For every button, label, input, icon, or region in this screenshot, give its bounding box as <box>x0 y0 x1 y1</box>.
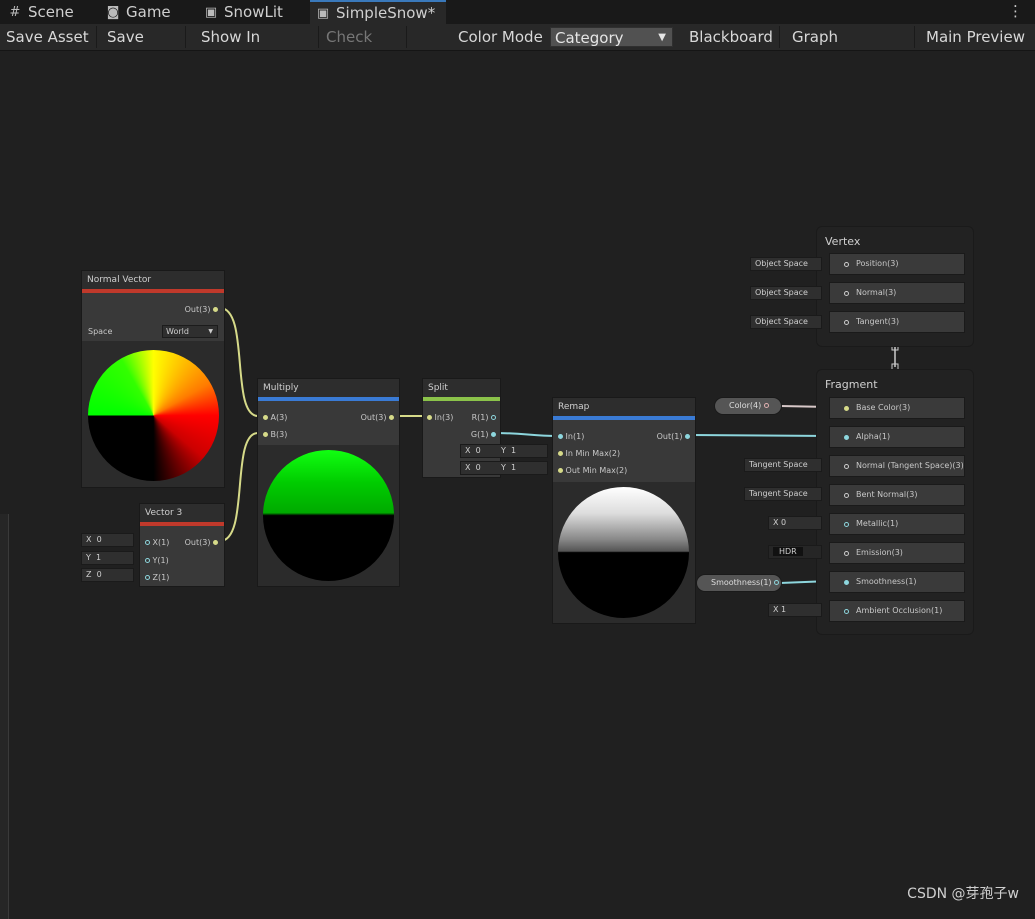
normal-sphere <box>88 350 219 481</box>
remap-in-min-max-field[interactable]: X 0Y 1 <box>460 444 548 458</box>
node-title: Multiply <box>258 379 399 397</box>
output-port[interactable]: Out(3) <box>185 305 218 315</box>
chevron-down-icon: ▼ <box>658 32 666 43</box>
normal-space-field[interactable]: Object Space <box>750 286 822 300</box>
port-out-min-max[interactable]: Out Min Max(2) <box>558 466 627 476</box>
fragment-slot-metallic[interactable]: Metallic(1) <box>829 513 965 535</box>
fragment-slot-smoothness[interactable]: Smoothness(1) <box>829 571 965 593</box>
gamepad-icon: ◙ <box>106 4 120 20</box>
port-x[interactable]: X(1) <box>145 538 169 548</box>
tab-simplesnow[interactable]: ▣ SimpleSnow* <box>310 0 446 24</box>
more-options-icon[interactable]: ⋮ <box>1008 2 1023 20</box>
color-property-node[interactable]: Color(4) <box>714 397 782 415</box>
port-in-min-max[interactable]: In Min Max(2) <box>558 449 620 459</box>
remap-sphere <box>558 487 689 618</box>
space-dropdown[interactable]: World ▼ <box>162 325 218 338</box>
fragment-slot-base-color[interactable]: Base Color(3) <box>829 397 965 419</box>
wire-vector3-to-multiply-b[interactable] <box>219 432 259 542</box>
node-title: Split <box>423 379 500 397</box>
position-space-field[interactable]: Object Space <box>750 257 822 271</box>
fragment-slot-normal[interactable]: Normal (Tangent Space)(3) <box>829 455 965 477</box>
wire-split-g-to-remap[interactable] <box>493 432 559 437</box>
vertex-slot-position[interactable]: Position(3) <box>829 253 965 275</box>
node-accent-bar <box>423 397 500 401</box>
fragment-slot-alpha[interactable]: Alpha(1) <box>829 426 965 448</box>
multiply-node[interactable]: Multiply A(3) B(3) Out(3) <box>257 378 400 587</box>
bent-normal-tangent-space-field[interactable]: Tangent Space <box>744 487 822 501</box>
node-title: Remap <box>553 398 695 416</box>
node-title: Vector 3 <box>140 504 224 522</box>
vector3-z-field[interactable]: Z 0 <box>81 568 134 582</box>
node-title: Normal Vector <box>82 271 224 289</box>
shader-icon: ▣ <box>204 4 218 20</box>
output-port[interactable]: Out(1) <box>657 432 690 442</box>
port-in[interactable]: In(3) <box>427 413 453 423</box>
fragment-slot-emission[interactable]: Emission(3) <box>829 542 965 564</box>
output-port[interactable]: Out(3) <box>361 413 394 423</box>
port-g[interactable]: G(1) <box>471 430 496 440</box>
vector3-x-field[interactable]: X 0 <box>81 533 134 547</box>
port-r[interactable]: R(1) <box>472 413 496 423</box>
vertex-slot-tangent[interactable]: Tangent(3) <box>829 311 965 333</box>
tangent-space-field[interactable]: Object Space <box>750 315 822 329</box>
fragment-context[interactable]: Fragment Base Color(3) Alpha(1) Normal (… <box>816 369 974 635</box>
fragment-title: Fragment <box>825 378 878 391</box>
shader-icon: ▣ <box>316 5 330 21</box>
fragment-slot-ambient-occlusion[interactable]: Ambient Occlusion(1) <box>829 600 965 622</box>
save-asset-button[interactable]: Save Asset <box>1 26 97 48</box>
vertex-title: Vertex <box>825 235 861 248</box>
color-mode-label: Color Mode <box>458 28 543 46</box>
graph-canvas[interactable]: Normal Vector Out(3) Space World ▼ Vector… <box>0 51 1035 919</box>
fragment-slot-bent-normal[interactable]: Bent Normal(3) <box>829 484 965 506</box>
main-preview-button[interactable]: Main Preview <box>921 26 1033 48</box>
space-label: Space <box>88 327 113 336</box>
node-accent-bar <box>140 522 224 526</box>
vertex-context[interactable]: Vertex Position(3) Normal(3) Tangent(3) <box>816 226 974 347</box>
port-y[interactable]: Y(1) <box>145 556 169 566</box>
ambient-occlusion-field[interactable]: X 1 <box>768 603 822 617</box>
remap-node[interactable]: Remap In(1) In Min Max(2) Out Min Max(2)… <box>552 397 696 624</box>
smoothness-property-node[interactable]: Smoothness(1) <box>696 574 782 592</box>
port-z[interactable]: Z(1) <box>145 573 169 583</box>
graph-inspector-button[interactable]: Graph Inspector <box>787 26 915 68</box>
normal-vector-node[interactable]: Normal Vector Out(3) Space World ▼ <box>81 270 225 488</box>
node-preview <box>258 445 399 586</box>
tab-scene[interactable]: # Scene <box>8 0 98 24</box>
tab-snowlit[interactable]: ▣ SnowLit <box>204 0 304 24</box>
node-preview <box>82 341 224 487</box>
remap-out-min-max-field[interactable]: X 0Y 1 <box>460 461 548 475</box>
grid-icon: # <box>9 4 21 20</box>
save-as-button[interactable]: Save As... <box>102 26 186 68</box>
watermark: CSDN @芽孢子w <box>907 886 1019 902</box>
emission-hdr-field[interactable]: HDR <box>768 545 822 559</box>
node-accent-bar <box>82 289 224 293</box>
port-a[interactable]: A(3) <box>263 413 287 423</box>
port-in[interactable]: In(1) <box>558 432 584 442</box>
tab-game[interactable]: ◙ Game <box>106 0 196 24</box>
node-preview <box>553 482 695 623</box>
toolbar: Save Asset Save As... Show In Project Ch… <box>0 24 1035 68</box>
output-port[interactable]: Out(3) <box>185 538 218 548</box>
node-accent-bar <box>258 397 399 401</box>
color-mode-dropdown[interactable]: Category ▼ <box>550 27 673 47</box>
vector3-node[interactable]: Vector 3 X(1) Y(1) Z(1) Out(3) <box>139 503 225 587</box>
tab-bar: # Scene ◙ Game ▣ SnowLit ▣ SimpleSnow* ⋮ <box>0 0 1035 24</box>
multiply-sphere <box>263 450 394 581</box>
blackboard-button[interactable]: Blackboard <box>684 26 780 48</box>
show-in-project-button[interactable]: Show In Project <box>196 26 319 68</box>
vertex-slot-normal[interactable]: Normal(3) <box>829 282 965 304</box>
node-accent-bar <box>553 416 695 420</box>
normal-tangent-space-field[interactable]: Tangent Space <box>744 458 822 472</box>
check-out-button[interactable]: Check Out <box>321 26 407 68</box>
wire-normal-to-multiply-a[interactable] <box>219 307 259 417</box>
vector3-y-field[interactable]: Y 1 <box>81 551 134 565</box>
port-b[interactable]: B(3) <box>263 430 287 440</box>
wire-remap-to-alpha[interactable] <box>689 434 831 437</box>
metallic-field[interactable]: X 0 <box>768 516 822 530</box>
